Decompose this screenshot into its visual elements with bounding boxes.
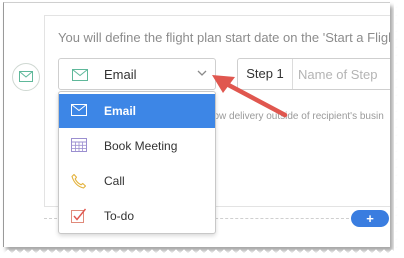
envelope-icon xyxy=(19,71,33,82)
instruction-text: You will define the flight plan start da… xyxy=(58,30,390,45)
checkbox-icon xyxy=(71,208,87,223)
calendar-icon xyxy=(71,138,87,152)
phone-icon xyxy=(71,173,87,189)
torn-edge-right xyxy=(394,0,404,258)
dropdown-item-book-meeting[interactable]: Book Meeting xyxy=(59,129,215,163)
dropdown-item-todo[interactable]: To-do xyxy=(59,199,215,233)
annotation-arrow-icon xyxy=(212,75,288,118)
chevron-down-icon xyxy=(197,70,207,76)
envelope-icon xyxy=(71,104,87,116)
step-type-dropdown: Email Book Meeting Call To-do xyxy=(58,91,216,234)
dropdown-item-email[interactable]: Email xyxy=(59,94,215,128)
screenshot-frame: You will define the flight plan start da… xyxy=(3,2,390,247)
add-step-button[interactable]: + xyxy=(351,210,389,227)
step-type-indicator xyxy=(12,63,40,91)
envelope-icon xyxy=(72,69,88,81)
step-type-selected-label: Email xyxy=(104,67,137,82)
dropdown-item-label: Email xyxy=(104,104,137,118)
torn-edge-bottom xyxy=(0,248,404,258)
dropdown-item-call[interactable]: Call xyxy=(59,164,215,198)
dropdown-item-label: Call xyxy=(104,174,125,188)
dropdown-item-label: Book Meeting xyxy=(104,139,178,153)
dropdown-item-label: To-do xyxy=(104,209,135,223)
step-type-select[interactable]: Email xyxy=(58,58,216,90)
step-name-input[interactable] xyxy=(298,65,390,83)
